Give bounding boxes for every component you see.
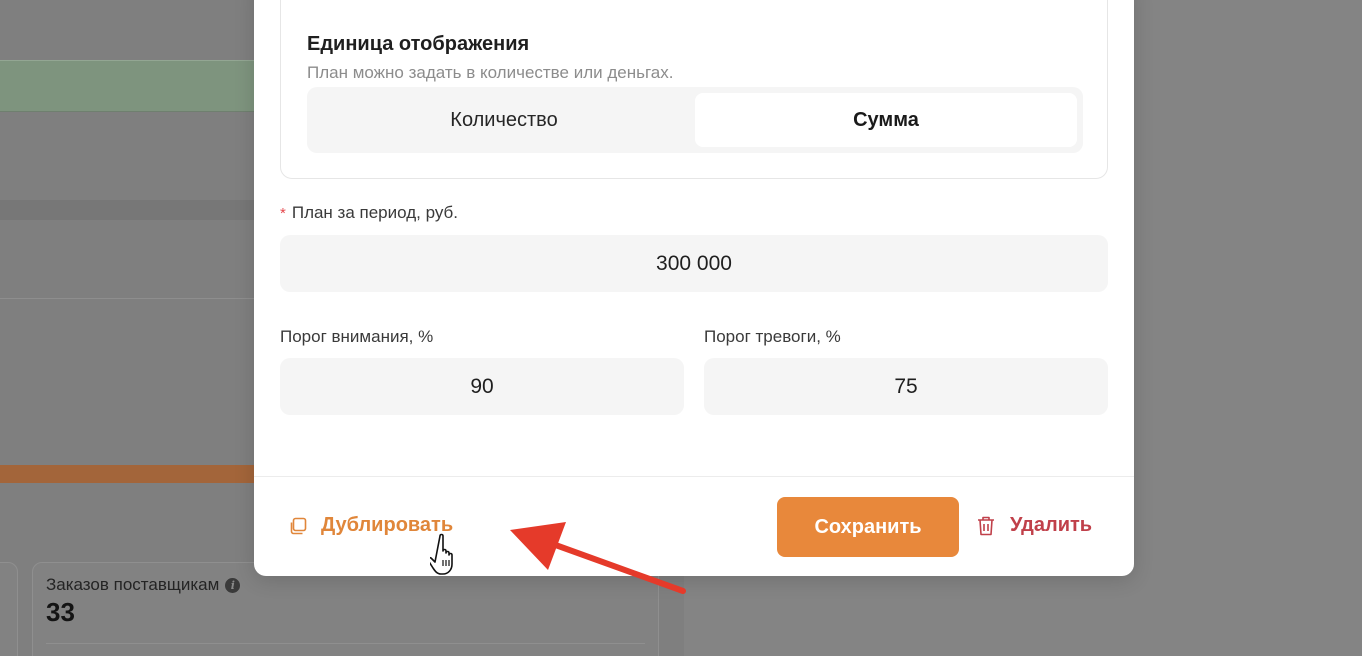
unit-option-quantity[interactable]: Количество	[313, 93, 695, 147]
trash-icon	[978, 516, 994, 535]
plan-label: * План за период, руб.	[280, 203, 458, 222]
background-divider	[0, 298, 260, 299]
footer-divider	[254, 476, 1134, 477]
background-divider	[0, 200, 260, 220]
alarm-threshold-label: Порог тревоги, %	[704, 327, 841, 346]
delete-label: Удалить	[1010, 514, 1093, 536]
delete-button[interactable]: Удалить	[976, 514, 1092, 537]
plan-settings-modal: Единица отображения План можно задать в …	[254, 0, 1134, 576]
section-subtitle: План можно задать в количестве или деньг…	[307, 63, 674, 82]
background-progress-bar	[0, 465, 260, 483]
unit-option-amount[interactable]: Сумма	[695, 93, 1077, 147]
section-title: Единица отображения	[307, 33, 530, 55]
save-button[interactable]: Сохранить	[777, 497, 959, 557]
required-mark: *	[280, 205, 286, 222]
attention-threshold-input[interactable]: 90	[280, 358, 684, 415]
background-highlight-row	[0, 60, 260, 112]
supplier-orders-card: Заказов поставщикам i 33	[32, 562, 659, 656]
duplicate-button[interactable]: Дублировать	[288, 514, 453, 537]
unit-segmented-control: Количество Сумма	[307, 87, 1083, 153]
display-unit-section: Единица отображения План можно задать в …	[280, 0, 1108, 179]
card-title: Заказов поставщикам	[46, 575, 220, 594]
attention-threshold-label: Порог внимания, %	[280, 327, 434, 346]
alarm-threshold-input[interactable]: 75	[704, 358, 1108, 415]
hand-pointer-icon	[430, 533, 453, 575]
info-icon: i	[225, 577, 241, 593]
card-value: 33	[46, 597, 75, 627]
copy-icon	[290, 517, 307, 534]
background-card	[0, 562, 18, 656]
plan-input[interactable]: 300 000	[280, 235, 1108, 292]
card-divider	[46, 643, 645, 644]
